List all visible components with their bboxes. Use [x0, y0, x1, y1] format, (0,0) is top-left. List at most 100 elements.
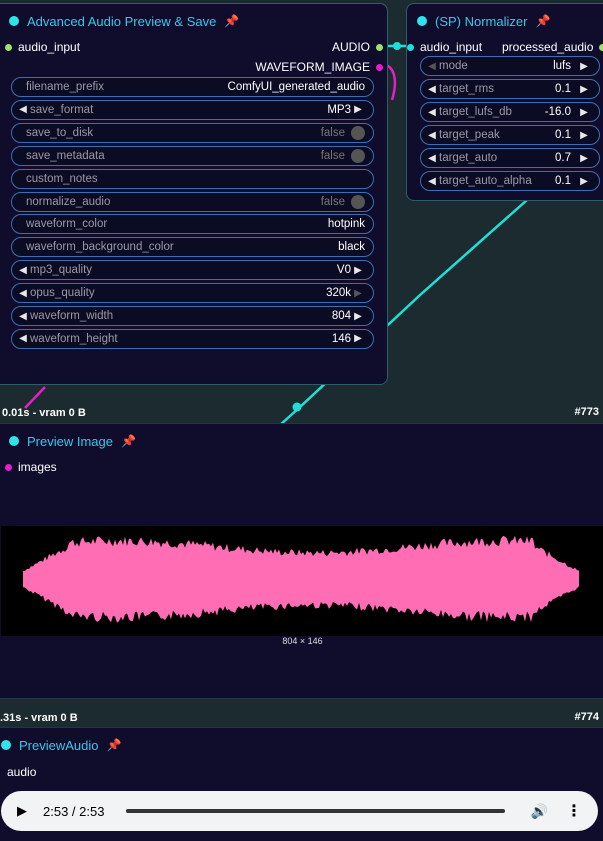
widget-value: 0.1 [555, 129, 571, 141]
node-status-dot [9, 436, 19, 446]
increment-arrow-icon[interactable]: ▶ [351, 311, 365, 322]
widget-label: target_auto_alpha [439, 175, 532, 187]
node-preview-audio[interactable]: PreviewAudio 📌 audio ▶ 2:53 / 2:53 🔊 ⋮ [0, 727, 603, 841]
node-exec-time: .31s - vram 0 B [0, 712, 78, 724]
widget-label: target_rms [439, 83, 494, 95]
input-label: audio [7, 765, 37, 779]
decrement-arrow-icon[interactable]: ◀ [16, 104, 30, 115]
decrement-arrow-icon[interactable]: ◀ [16, 311, 30, 322]
input-audio[interactable]: audio_input [407, 40, 482, 54]
play-icon[interactable]: ▶ [17, 803, 27, 819]
increment-arrow-icon[interactable]: ▶ [351, 288, 365, 299]
widget-mp3-quality[interactable]: ◀ mp3_quality V0 ▶ [11, 260, 374, 281]
pin-icon[interactable]: 📌 [107, 738, 122, 752]
output-waveform[interactable]: WAVEFORM_IMAGE [255, 60, 383, 74]
pin-icon[interactable]: 📌 [535, 14, 550, 28]
widget-opus-quality[interactable]: ◀ opus_quality 320k ▶ [11, 283, 374, 304]
widget-label: custom_notes [26, 172, 98, 185]
decrement-arrow-icon[interactable]: ◀ [16, 288, 30, 299]
socket-icon[interactable] [407, 43, 414, 51]
node-advanced-audio-save[interactable]: Advanced Audio Preview & Save 📌 audio_in… [0, 3, 388, 385]
widget-waveform-background-color[interactable]: waveform_background_color black [11, 237, 374, 258]
widget-save-format[interactable]: ◀ save_format MP3 ▶ [11, 99, 374, 120]
decrement-arrow-icon[interactable]: ◀ [425, 176, 439, 187]
input-images[interactable]: images [5, 460, 57, 474]
output-audio[interactable]: AUDIO [332, 40, 383, 54]
widget-waveform-height[interactable]: ◀ waveform_height 146 ▶ [11, 328, 374, 349]
node-title[interactable]: PreviewAudio 📌 [0, 736, 121, 754]
socket-icon[interactable] [376, 43, 383, 51]
decrement-arrow-icon[interactable]: ◀ [425, 130, 439, 141]
node-title-label: Advanced Audio Preview & Save [27, 13, 217, 29]
widget-target-rms[interactable]: ◀ target_rms 0.1 ▶ [420, 79, 600, 99]
increment-arrow-icon[interactable]: ▶ [577, 153, 591, 164]
widget-waveform-width[interactable]: ◀ waveform_width 804 ▶ [11, 306, 374, 326]
node-exec-time: 0.01s - vram 0 B [2, 407, 86, 419]
decrement-arrow-icon[interactable]: ◀ [425, 153, 439, 164]
audio-player[interactable]: ▶ 2:53 / 2:53 🔊 ⋮ [1, 791, 598, 831]
widget-mode[interactable]: ◀ mode lufs ▶ [420, 56, 600, 76]
widget-target-auto-alpha[interactable]: ◀ target_auto_alpha 0.1 ▶ [420, 171, 600, 191]
socket-icon[interactable] [599, 43, 603, 51]
widget-target-peak[interactable]: ◀ target_peak 0.1 ▶ [420, 125, 600, 145]
increment-arrow-icon[interactable]: ▶ [351, 333, 365, 344]
decrement-arrow-icon[interactable]: ◀ [425, 84, 439, 95]
volume-icon[interactable]: 🔊 [531, 803, 548, 820]
widget-target-auto[interactable]: ◀ target_auto 0.7 ▶ [420, 148, 600, 168]
socket-icon[interactable] [5, 463, 12, 471]
decrement-arrow-icon[interactable]: ◀ [16, 333, 30, 344]
decrement-arrow-icon[interactable]: ◀ [425, 107, 439, 118]
node-title[interactable]: Preview Image 📌 [7, 432, 136, 450]
node-preview-image[interactable]: Preview Image 📌 images 804 × 146 [0, 423, 603, 699]
widget-filename-prefix[interactable]: filename_prefix ComfyUI_generated_audio [11, 77, 374, 97]
pin-icon[interactable]: 📌 [224, 14, 239, 28]
input-label: images [18, 460, 57, 474]
node-title[interactable]: (SP) Normalizer 📌 [415, 12, 550, 30]
input-audio[interactable]: audio_input [5, 40, 80, 54]
toggle-icon[interactable] [351, 194, 365, 209]
widget-save-metadata[interactable]: save_metadata false [11, 145, 374, 166]
widget-save-to-disk[interactable]: save_to_disk false [11, 122, 374, 143]
seek-progress [126, 809, 505, 813]
widget-label: waveform_background_color [26, 241, 174, 254]
socket-icon[interactable] [5, 43, 12, 51]
socket-icon[interactable] [376, 63, 383, 71]
pin-icon[interactable]: 📌 [121, 434, 136, 448]
increment-arrow-icon[interactable]: ▶ [577, 107, 591, 118]
increment-arrow-icon[interactable]: ▶ [351, 104, 365, 115]
widget-value: lufs [553, 60, 571, 72]
input-label: audio_input [420, 40, 483, 54]
decrement-arrow-icon[interactable]: ◀ [425, 61, 439, 72]
widget-value: ComfyUI_generated_audio [227, 81, 365, 93]
node-title[interactable]: Advanced Audio Preview & Save 📌 [7, 12, 239, 30]
widget-value: 0.1 [555, 83, 571, 95]
increment-arrow-icon[interactable]: ▶ [577, 61, 591, 72]
widget-label: target_lufs_db [439, 106, 512, 118]
widget-target-lufs-db[interactable]: ◀ target_lufs_db -16.0 ▶ [420, 102, 600, 122]
increment-arrow-icon[interactable]: ▶ [577, 130, 591, 141]
output-label: AUDIO [331, 40, 370, 54]
input-audio[interactable]: audio [7, 765, 36, 779]
output-processed-audio[interactable]: processed_audio [502, 40, 603, 54]
toggle-icon[interactable] [351, 148, 365, 163]
node-status-dot [417, 16, 427, 26]
waveform-image[interactable] [1, 526, 603, 636]
widget-waveform-color[interactable]: waveform_color hotpink [11, 214, 374, 235]
image-size-label: 804 × 146 [282, 636, 323, 646]
decrement-arrow-icon[interactable]: ◀ [16, 265, 30, 276]
node-title-label: (SP) Normalizer [435, 13, 528, 29]
widget-label: save_format [30, 103, 94, 116]
seek-bar[interactable] [126, 809, 505, 813]
widget-label: normalize_audio [26, 195, 111, 208]
widget-normalize-audio[interactable]: normalize_audio false [11, 191, 374, 212]
node-normalizer[interactable]: (SP) Normalizer 📌 audio_input processed_… [406, 3, 603, 201]
widget-label: target_peak [439, 129, 500, 141]
increment-arrow-icon[interactable]: ▶ [351, 265, 365, 276]
increment-arrow-icon[interactable]: ▶ [577, 84, 591, 95]
widget-custom-notes[interactable]: custom_notes [11, 168, 374, 189]
more-options-icon[interactable]: ⋮ [566, 801, 582, 821]
toggle-icon[interactable] [351, 125, 365, 140]
widget-value: -16.0 [544, 106, 571, 118]
increment-arrow-icon[interactable]: ▶ [577, 176, 591, 187]
widget-value: 0.1 [555, 175, 571, 187]
